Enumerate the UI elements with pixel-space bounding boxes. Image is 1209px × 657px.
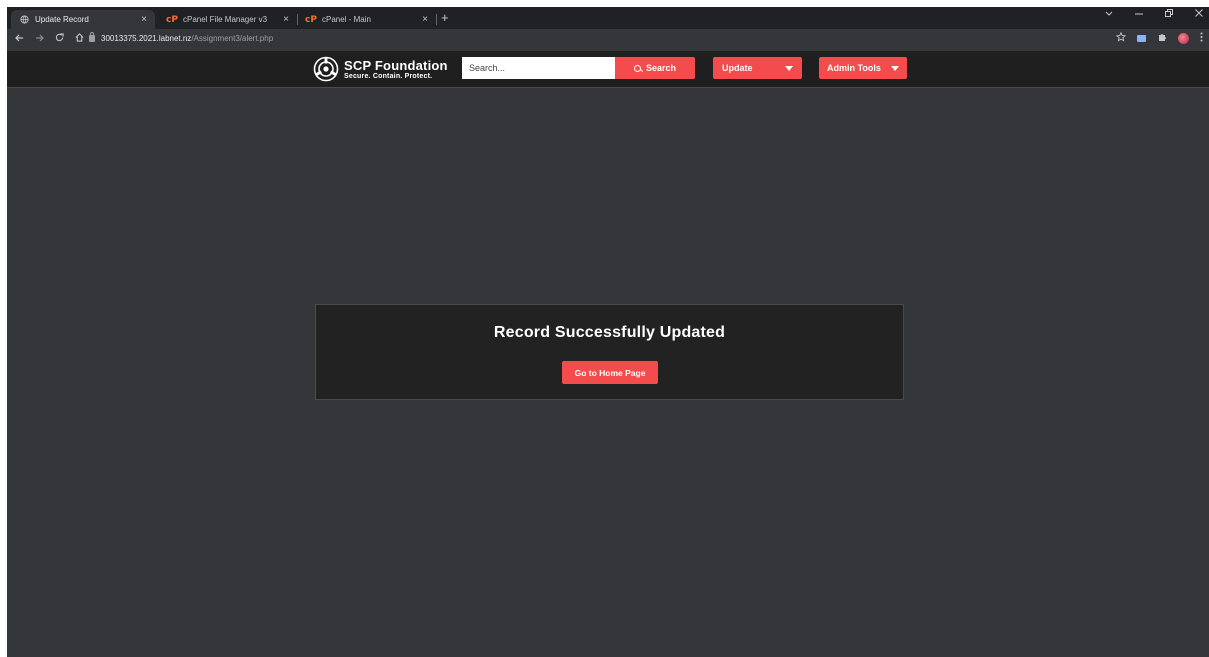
- alert-message: Record Successfully Updated: [493, 324, 726, 341]
- back-arrow-icon[interactable]: [11, 33, 27, 45]
- toolbar-actions: [1115, 31, 1203, 45]
- new-tab-button[interactable]: +: [441, 10, 449, 25]
- chevron-down-icon[interactable]: [1105, 9, 1113, 20]
- search-input[interactable]: [462, 57, 615, 79]
- cpanel-icon: cP: [166, 14, 178, 25]
- close-icon[interactable]: ×: [283, 14, 289, 25]
- tab-cpanel-main[interactable]: cP cPanel - Main ×: [298, 10, 436, 29]
- scp-logo-icon: [313, 56, 339, 82]
- tab-title: cPanel - Main: [322, 15, 371, 24]
- caret-down-icon: [785, 65, 793, 71]
- url-host: 30013375.2021.labnet.nz: [101, 34, 192, 43]
- menu-dots-icon[interactable]: [1200, 32, 1203, 45]
- minimize-icon[interactable]: [1135, 9, 1143, 20]
- tab-cpanel-file-manager[interactable]: cP cPanel File Manager v3 ×: [159, 10, 297, 29]
- logo-text: SCP Foundation Secure. Contain. Protect.: [344, 59, 448, 80]
- admin-tools-dropdown[interactable]: Admin Tools: [819, 57, 907, 79]
- puzzle-icon[interactable]: [1157, 32, 1167, 45]
- close-icon[interactable]: ×: [422, 14, 428, 25]
- logo-name: SCP Foundation: [344, 57, 448, 73]
- restore-icon[interactable]: [1165, 9, 1173, 20]
- alert-card: Record Successfully Updated Go to Home P…: [315, 304, 904, 400]
- update-dropdown-label: Update: [722, 63, 753, 73]
- search-icon: [633, 64, 641, 72]
- browser-window: Update Record × cP cPanel File Manager v…: [7, 7, 1209, 657]
- tab-separator: [436, 14, 437, 25]
- browser-toolbar: 30013375.2021.labnet.nz /Assignment3/ale…: [7, 29, 1209, 48]
- go-home-button[interactable]: Go to Home Page: [562, 361, 658, 384]
- tab-title: Update Record: [35, 15, 89, 24]
- tab-title: cPanel File Manager v3: [183, 15, 268, 24]
- globe-icon: [19, 15, 29, 25]
- window-controls: [1105, 9, 1203, 20]
- url-path: /Assignment3/alert.php: [191, 34, 274, 43]
- cpanel-icon: cP: [305, 14, 317, 25]
- logo-tagline: Secure. Contain. Protect.: [344, 72, 433, 80]
- tab-strip: Update Record × cP cPanel File Manager v…: [7, 7, 1209, 29]
- update-dropdown[interactable]: Update: [713, 57, 802, 79]
- close-window-icon[interactable]: [1195, 9, 1203, 20]
- lock-icon: [89, 32, 95, 42]
- forward-arrow-icon[interactable]: [31, 33, 47, 45]
- tab-update-record[interactable]: Update Record ×: [11, 10, 155, 29]
- admin-tools-dropdown-label: Admin Tools: [827, 63, 881, 73]
- address-bar[interactable]: 30013375.2021.labnet.nz /Assignment3/ale…: [85, 31, 1097, 46]
- reload-icon[interactable]: [51, 32, 67, 45]
- profile-avatar[interactable]: [1178, 33, 1189, 44]
- search-button[interactable]: Search: [615, 57, 695, 79]
- search-button-label: Search: [645, 63, 677, 73]
- caret-down-icon: [891, 65, 899, 71]
- site-logo[interactable]: SCP Foundation Secure. Contain. Protect.: [313, 56, 448, 82]
- close-icon[interactable]: ×: [141, 14, 147, 25]
- extension-icon[interactable]: [1137, 35, 1146, 42]
- bookmark-star-icon[interactable]: [1115, 31, 1127, 45]
